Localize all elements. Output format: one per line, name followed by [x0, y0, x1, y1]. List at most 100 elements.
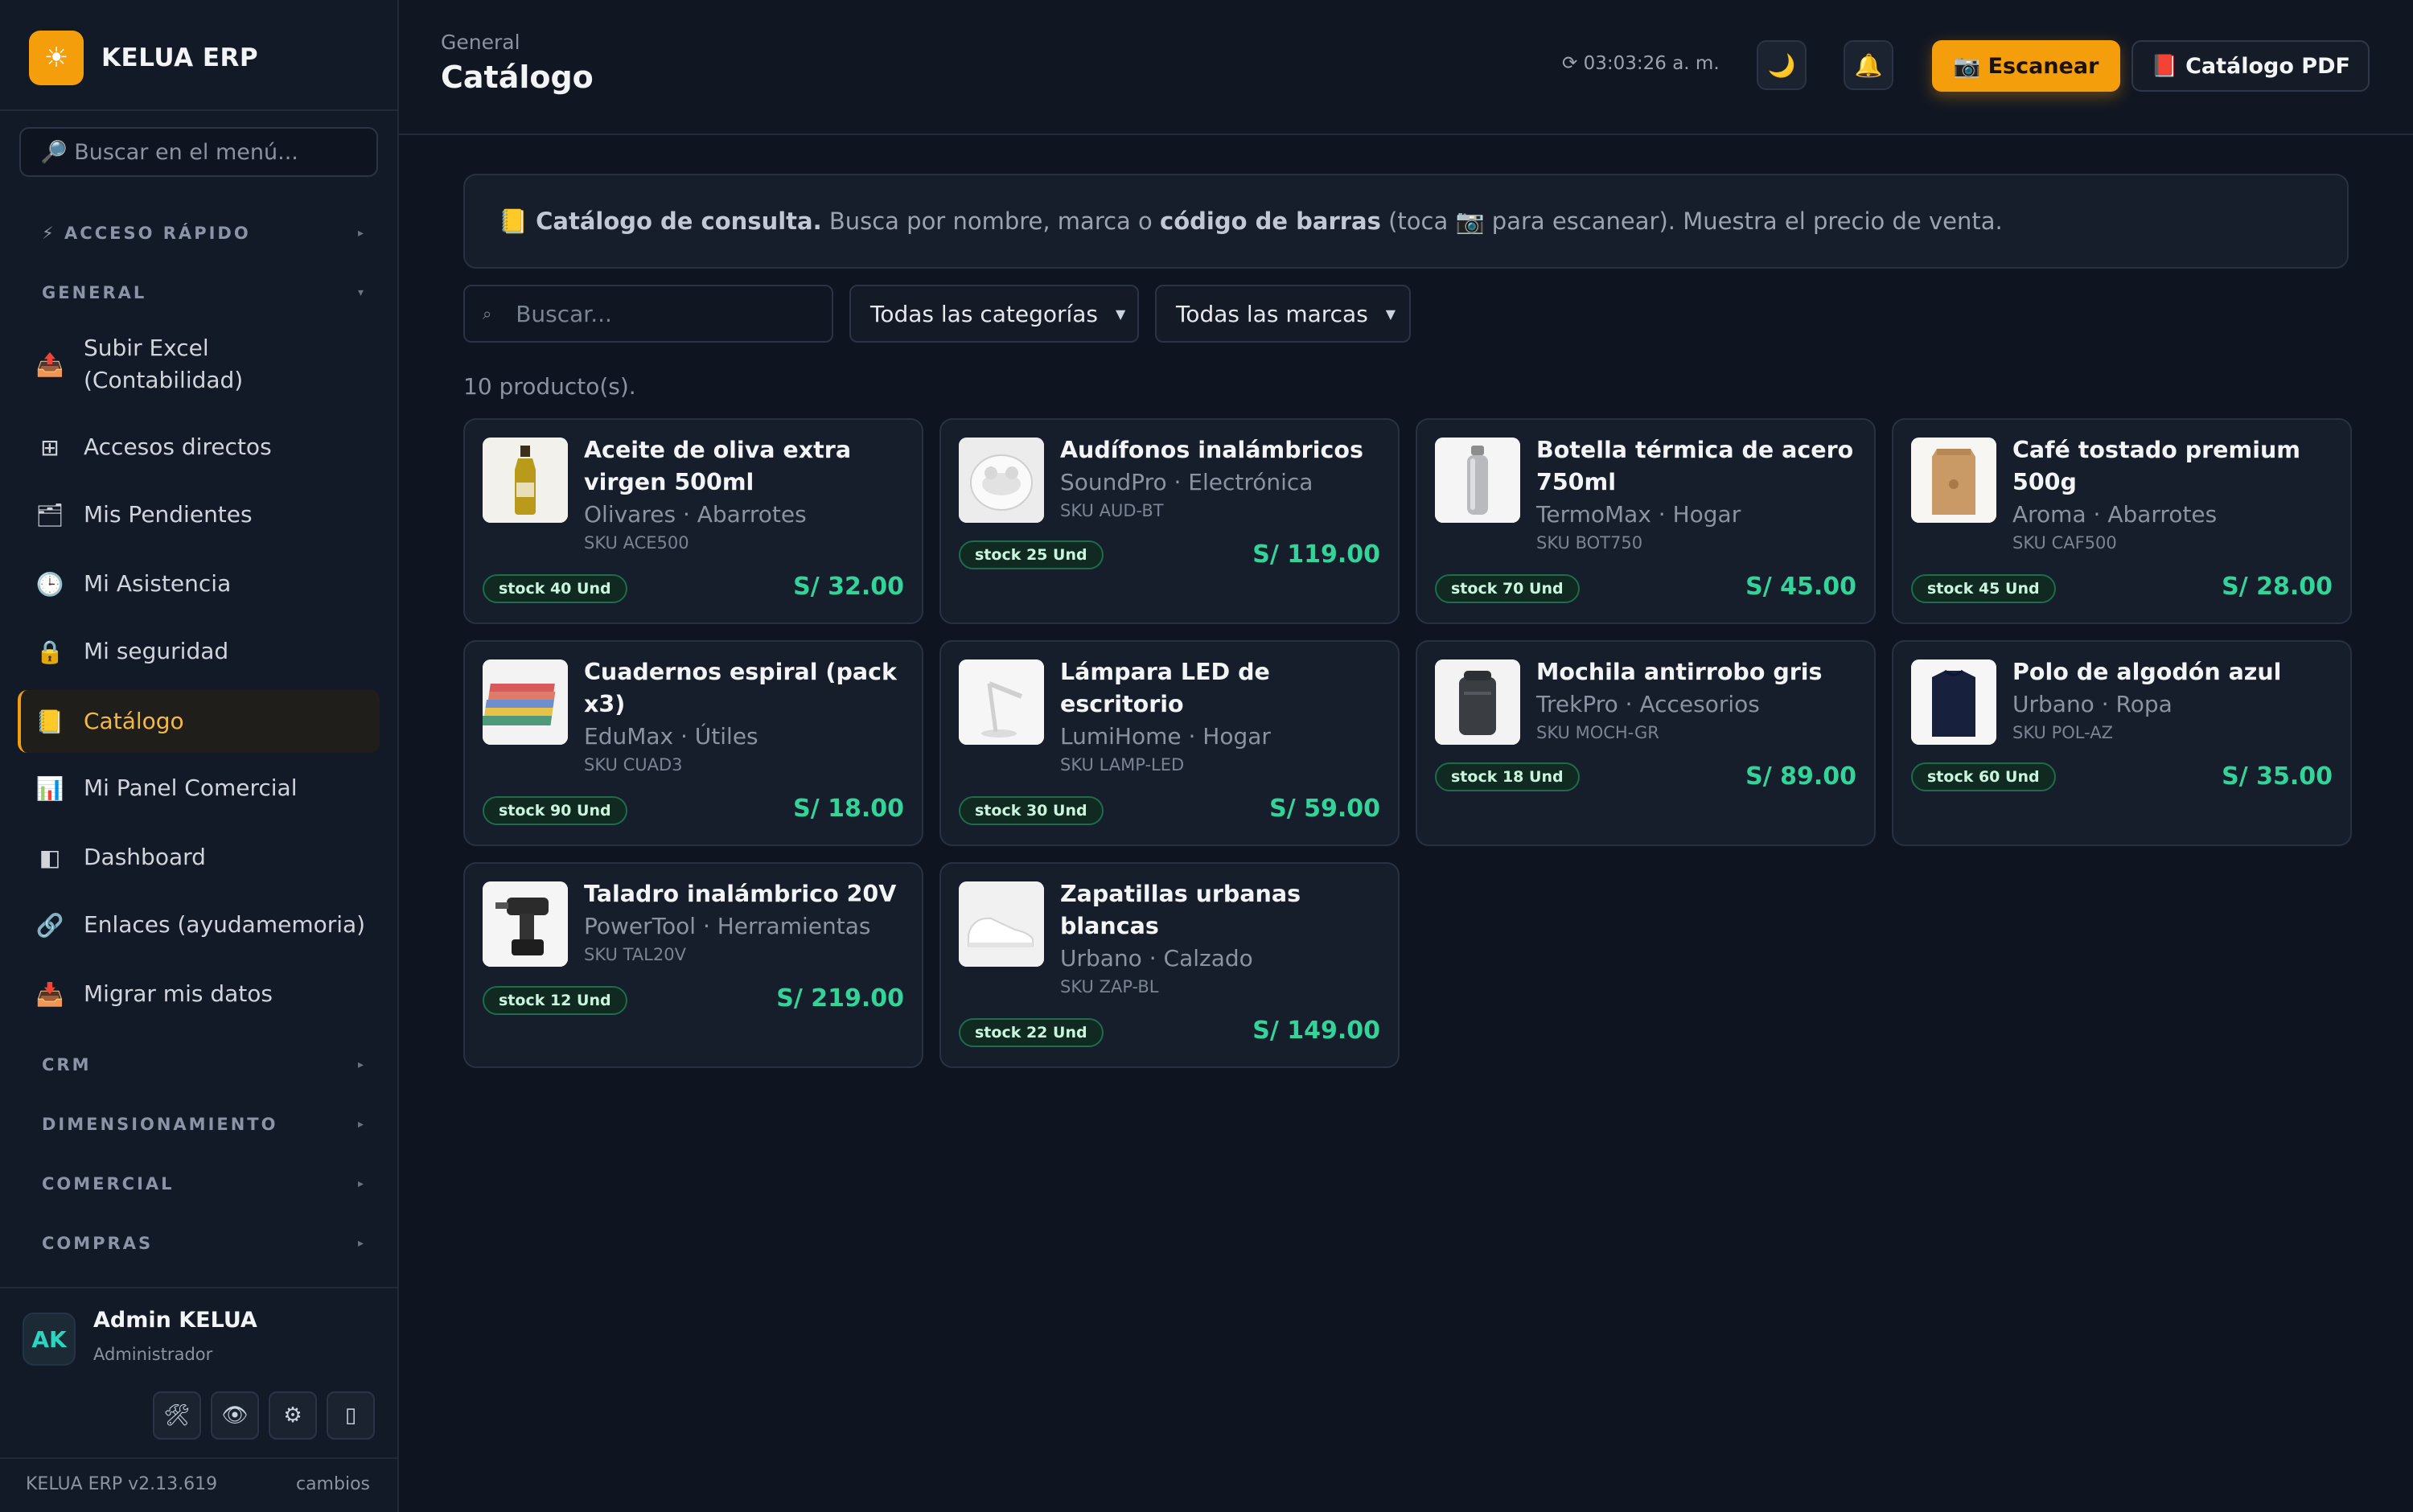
notifications-bell-icon[interactable]: 🔔 [1844, 40, 1893, 90]
product-price: S/ 89.00 [1745, 762, 1856, 791]
product-info: Zapatillas urbanas blancas Urbano · Calz… [1060, 878, 1390, 999]
lock-icon: 🔒 [35, 638, 64, 665]
product-sku: SKU TAL20V [584, 945, 686, 964]
section-crm[interactable]: CRM ▸ [42, 1049, 364, 1081]
theme-toggle-moon-icon[interactable]: 🌙 [1757, 40, 1807, 90]
sidebar-item-mi-panel-comercial[interactable]: 📊 Mi Panel Comercial [18, 766, 380, 811]
product-name: Mochila antirrobo gris [1536, 659, 1823, 685]
sidebar-item-enlaces[interactable]: 🔗 Enlaces (ayudamemoria) [18, 902, 380, 947]
sidebar-item-mi-asistencia[interactable]: 🕒 Mi Asistencia [18, 561, 380, 606]
product-card[interactable]: Cuadernos espiral (pack x3) EduMax · Úti… [463, 640, 923, 846]
product-card[interactable]: Aceite de oliva extra virgen 500ml Oliva… [463, 418, 923, 624]
stock-badge: stock 45 Und [1911, 574, 2056, 603]
section-label: DIMENSIONAMIENTO [42, 1115, 278, 1134]
menu-search-input[interactable]: 🔎 Buscar en el menú... [19, 127, 378, 177]
tools-icon[interactable]: 🛠 [153, 1391, 201, 1440]
sidebar-item-catalogo[interactable]: 📒 Catálogo [18, 690, 380, 753]
section-comercial[interactable]: COMERCIAL ▸ [42, 1168, 364, 1200]
changelog-link[interactable]: cambios [296, 1474, 370, 1494]
product-price: S/ 119.00 [1252, 540, 1380, 569]
section-dimensionamiento[interactable]: DIMENSIONAMIENTO ▸ [42, 1108, 364, 1140]
label-line-2: (Contabilidad) [84, 367, 244, 393]
sidebar-item-label: Catálogo [84, 708, 184, 734]
product-sku: SKU BOT750 [1536, 533, 1643, 553]
product-meta: TermoMax · Hogar [1536, 501, 1741, 528]
label-line-1: Subir Excel [84, 335, 209, 361]
product-card[interactable]: Polo de algodón azul Urbano · Ropa SKU P… [1892, 640, 2352, 846]
chevron-right-icon: ▸ [357, 1237, 364, 1250]
product-name: Botella térmica de acero 750ml [1536, 437, 1854, 495]
sidebar-item-dashboard[interactable]: ◧ Dashboard [18, 835, 380, 880]
stock-badge: stock 60 Und [1911, 762, 2056, 791]
sneakers-thumbnail [959, 881, 1044, 967]
desk-lamp-thumbnail [959, 659, 1044, 745]
thermos-thumbnail [1435, 438, 1520, 523]
user-name: Admin KELUA [93, 1308, 257, 1333]
product-price: S/ 32.00 [793, 573, 904, 601]
upload-tray-icon: 📤 [35, 351, 64, 378]
stock-badge: stock 12 Und [483, 986, 627, 1015]
sidebar-item-subir-excel[interactable]: 📤 Subir Excel (Contabilidad) [18, 330, 380, 399]
gear-icon[interactable]: ⚙ [269, 1391, 317, 1440]
brand-name: KELUA ERP [101, 43, 259, 72]
sidebar-item-label: Migrar mis datos [84, 980, 273, 1007]
product-card[interactable]: Zapatillas urbanas blancas Urbano · Calz… [939, 862, 1400, 1068]
product-card[interactable]: Lámpara LED de escritorio LumiHome · Hog… [939, 640, 1400, 846]
catalog-pdf-button[interactable]: 📕 Catálogo PDF [2131, 40, 2370, 92]
product-card[interactable]: Café tostado premium 500g Aroma · Abarro… [1892, 418, 2352, 624]
product-name: Audífonos inalámbricos [1060, 437, 1363, 463]
brand-select[interactable]: Todas las marcas ▼ [1155, 285, 1411, 343]
coffee-bag-thumbnail [1911, 438, 1996, 523]
brand[interactable]: ☀ KELUA ERP [29, 31, 258, 85]
logout-icon[interactable]: ▯ [327, 1391, 375, 1440]
sidebar-item-accesos-directos[interactable]: ⊞ Accesos directos [18, 425, 380, 470]
category-select[interactable]: Todas las categorías ▼ [849, 285, 1139, 343]
stock-badge: stock 40 Und [483, 574, 627, 603]
product-price: S/ 219.00 [776, 984, 904, 1013]
sidebar-item-label: Enlaces (ayudamemoria) [84, 911, 366, 938]
sidebar-item-mis-pendientes[interactable]: 🗂 Mis Pendientes [18, 492, 380, 537]
sidebar-item-label: Accesos directos [84, 433, 272, 460]
product-price: S/ 35.00 [2222, 762, 2333, 791]
section-label: GENERAL [42, 283, 147, 302]
product-info: Aceite de oliva extra virgen 500ml Oliva… [584, 434, 914, 555]
sidebar-item-label: Mi Asistencia [84, 570, 232, 597]
product-price: S/ 18.00 [793, 795, 904, 823]
product-meta: Aroma · Abarrotes [2012, 501, 2218, 528]
product-meta: PowerTool · Herramientas [584, 913, 871, 939]
product-price: S/ 59.00 [1269, 795, 1380, 823]
notebooks-thumbnail [483, 659, 568, 745]
product-sku: SKU ACE500 [584, 533, 689, 553]
section-compras[interactable]: COMPRAS ▸ [42, 1227, 364, 1259]
product-price: S/ 45.00 [1745, 573, 1856, 601]
backpack-thumbnail [1435, 659, 1520, 745]
section-label: ⚡ ACCESO RÁPIDO [42, 224, 251, 243]
product-card[interactable]: Taladro inalámbrico 20V PowerTool · Herr… [463, 862, 923, 1068]
eye-icon[interactable]: 👁 [211, 1391, 259, 1440]
product-sku: SKU ZAP-BL [1060, 977, 1159, 996]
product-info: Café tostado premium 500g Aroma · Abarro… [2012, 434, 2342, 555]
avatar[interactable]: AK [23, 1313, 76, 1366]
product-search-input[interactable]: ⌕ Buscar... [463, 285, 833, 343]
section-acceso-rapido[interactable]: ⚡ ACCESO RÁPIDO ▸ [42, 217, 364, 249]
grid-icon: ⊞ [40, 433, 60, 461]
section-general[interactable]: GENERAL ▾ [42, 277, 364, 309]
chevron-down-icon: ▾ [357, 286, 364, 299]
user-role: Administrador [93, 1345, 213, 1364]
product-info: Taladro inalámbrico 20V PowerTool · Herr… [584, 878, 914, 967]
inbox-tray-icon: 📥 [35, 980, 64, 1008]
scan-button[interactable]: 📷 Escanear [1932, 40, 2120, 92]
product-card[interactable]: Botella térmica de acero 750ml TermoMax … [1416, 418, 1876, 624]
ledger-icon: 📒 [35, 708, 64, 735]
product-card[interactable]: Mochila antirrobo gris TrekPro · Accesor… [1416, 640, 1876, 846]
sidebar-item-label: Mis Pendientes [84, 501, 253, 528]
section-label: COMERCIAL [42, 1174, 175, 1194]
clock-display: ⟳ 03:03:26 a. m. [1562, 53, 1720, 74]
sidebar-item-migrar-datos[interactable]: 📥 Migrar mis datos [18, 972, 380, 1017]
chevron-right-icon: ▸ [357, 1177, 364, 1190]
breadcrumb[interactable]: General [441, 31, 520, 54]
product-meta: LumiHome · Hogar [1060, 723, 1271, 750]
clock-icon: 🕒 [35, 570, 64, 598]
sidebar-item-mi-seguridad[interactable]: 🔒 Mi seguridad [18, 629, 380, 674]
product-card[interactable]: Audífonos inalámbricos SoundPro · Electr… [939, 418, 1400, 624]
